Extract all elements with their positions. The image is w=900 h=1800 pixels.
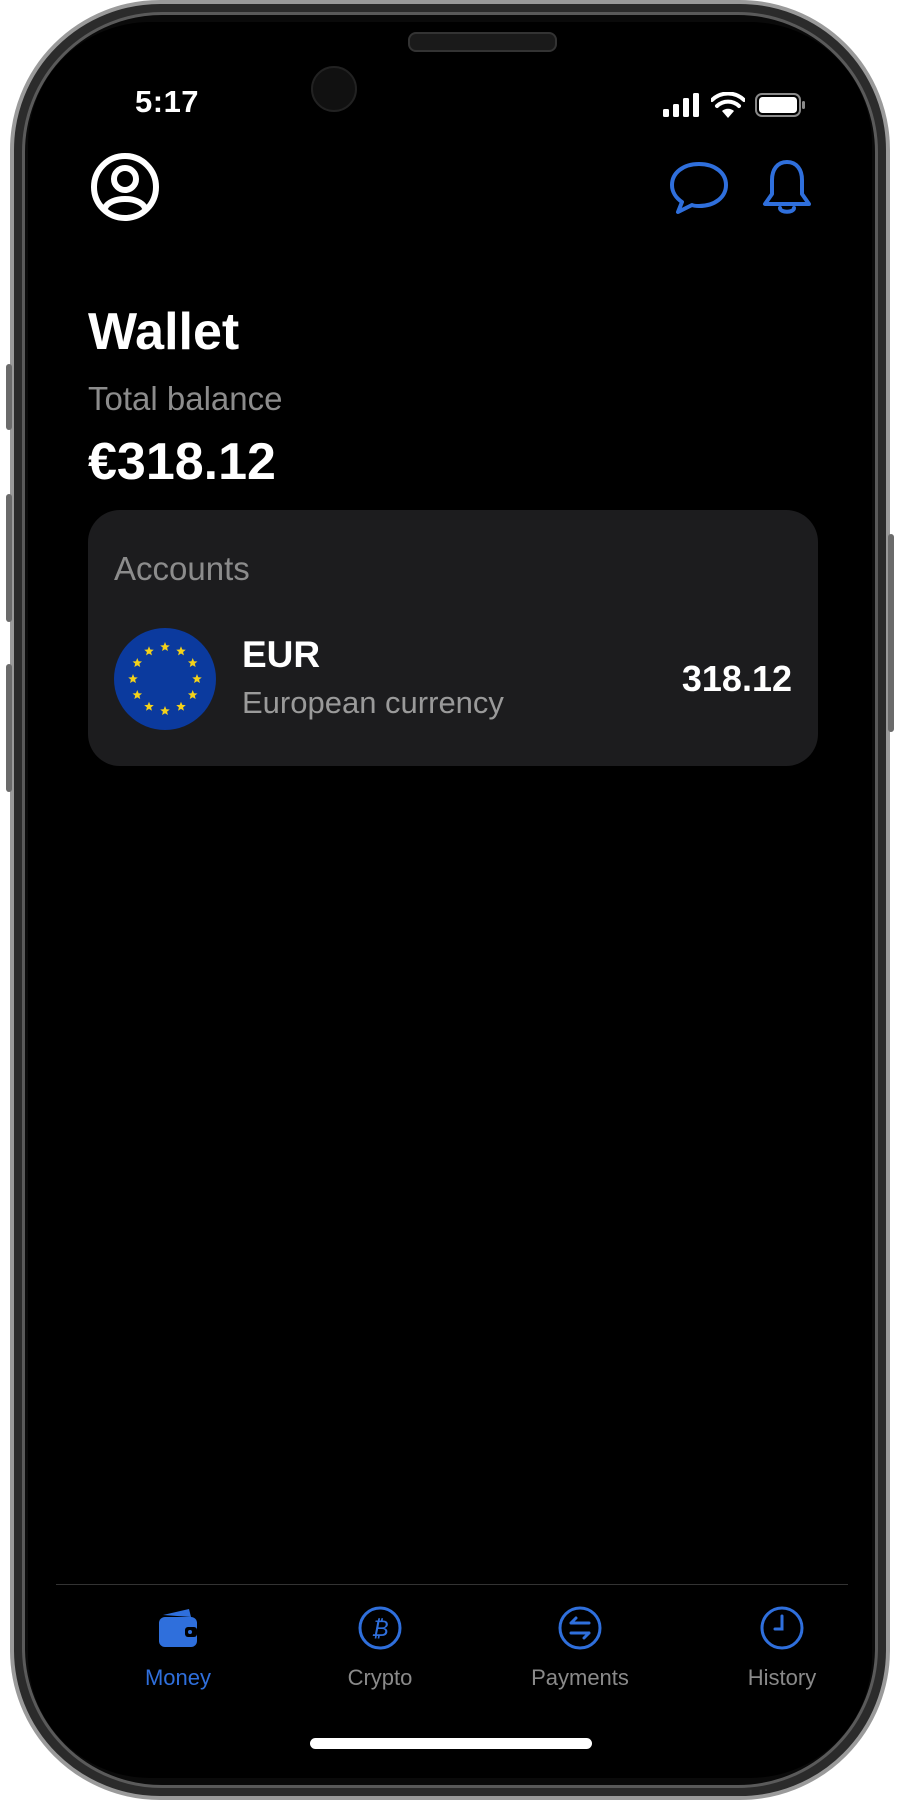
tab-bar: Money ₿ Crypto Payments History	[56, 1584, 848, 1745]
tab-money-label: Money	[144, 1665, 212, 1690]
cellular-signal-icon	[663, 93, 699, 117]
side-button-volume-down	[6, 664, 12, 792]
tab-payments[interactable]: Payments	[500, 1605, 660, 1691]
side-button-power	[888, 534, 894, 732]
wifi-icon	[711, 92, 745, 118]
home-indicator[interactable]	[310, 1738, 592, 1749]
tab-payments-label: Payments	[531, 1665, 629, 1690]
user-circle-icon[interactable]	[90, 152, 160, 222]
status-time: 5:17	[135, 84, 200, 119]
speaker-grille	[408, 32, 557, 52]
tab-crypto-label: Crypto	[347, 1665, 413, 1690]
page-title: Wallet	[88, 303, 240, 361]
front-camera	[311, 66, 357, 112]
clock-icon	[760, 1606, 804, 1650]
tab-history-label: History	[747, 1665, 817, 1690]
wallet-icon	[159, 1609, 197, 1647]
bitcoin-icon: ₿	[358, 1606, 402, 1650]
transfer-arrows-icon	[558, 1606, 602, 1650]
side-button-volume-up	[6, 494, 12, 622]
status-icons	[663, 92, 807, 118]
side-button-silent	[6, 364, 12, 430]
battery-icon	[755, 93, 805, 117]
tab-money[interactable]: Money	[98, 1605, 258, 1691]
account-row-eur[interactable]: EUR European currency 318.12	[114, 628, 792, 732]
eu-flag-icon	[114, 628, 216, 730]
tab-crypto[interactable]: ₿ Crypto	[300, 1605, 460, 1691]
account-amount: 318.12	[681, 658, 792, 699]
account-name: European currency	[242, 685, 504, 720]
account-code: EUR	[242, 634, 321, 675]
svg-text:₿: ₿	[371, 1617, 388, 1642]
total-balance-label: Total balance	[88, 380, 283, 417]
accounts-card: Accounts EUR European currency 318.12	[88, 510, 818, 766]
bell-icon[interactable]	[761, 158, 813, 218]
app-screen: 5:17 Wallet Total balance €318.12 Accoun…	[28, 22, 872, 1778]
accounts-title: Accounts	[114, 550, 250, 587]
tab-history[interactable]: History	[702, 1605, 862, 1691]
chat-bubble-icon[interactable]	[668, 160, 730, 216]
total-balance-value: €318.12	[88, 433, 276, 491]
